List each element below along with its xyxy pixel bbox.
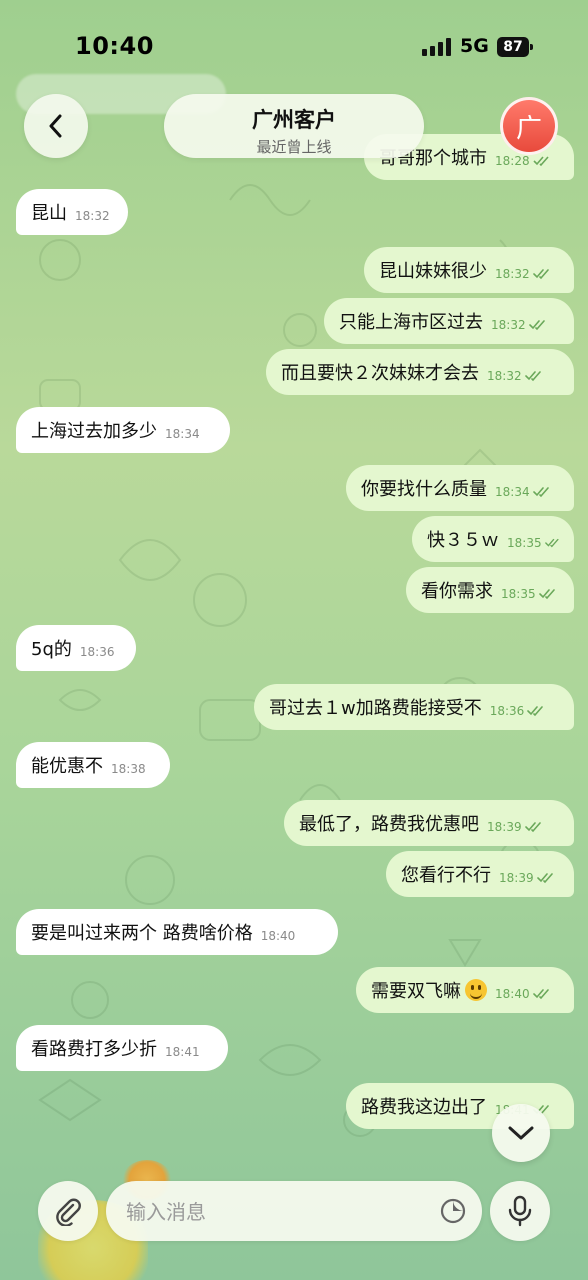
message-time: 18:28	[495, 154, 530, 168]
message-text: 最低了，路费我优惠吧	[299, 814, 479, 835]
message-text: 昆山	[31, 203, 67, 224]
double-check-icon	[533, 156, 549, 167]
back-button[interactable]	[24, 94, 88, 158]
outgoing-message[interactable]: 而且要快２次妹妹才会去 18:32	[266, 349, 574, 395]
contact-status: 最近曾上线	[256, 138, 332, 156]
incoming-message[interactable]: 昆山 18:32	[16, 189, 128, 235]
message-input[interactable]	[124, 1181, 428, 1243]
message-text: 而且要快２次妹妹才会去	[281, 363, 479, 384]
outgoing-message[interactable]: 最低了，路费我优惠吧 18:39	[284, 800, 574, 846]
double-check-icon	[532, 487, 549, 498]
outgoing-message[interactable]: 昆山妹妹很少 18:32	[364, 247, 574, 293]
message-text: 看路费打多少折	[31, 1039, 157, 1060]
incoming-message[interactable]: 5q的 18:36	[16, 625, 136, 671]
message-time: 18:35	[501, 587, 536, 601]
message-time: 18:41	[165, 1045, 200, 1059]
message-time: 18:35	[507, 536, 542, 550]
incoming-message[interactable]: 上海过去加多少 18:34	[16, 407, 230, 453]
message-time: 18:32	[487, 369, 522, 383]
double-check-icon	[524, 822, 541, 833]
outgoing-message[interactable]: 需要双飞嘛 18:40	[356, 967, 574, 1013]
message-text: 你要找什么质量	[361, 479, 487, 500]
message-time: 18:36	[489, 704, 525, 718]
message-text: 看你需求	[421, 581, 493, 602]
chevron-left-icon	[49, 114, 62, 138]
message-input-wrapper	[106, 1181, 482, 1243]
outgoing-message[interactable]: 你要找什么质量 18:34	[346, 465, 574, 511]
double-check-icon	[527, 706, 544, 717]
incoming-message[interactable]: 要是叫过来两个 路费啥价格 18:40	[16, 909, 338, 955]
outgoing-message[interactable]: 看你需求 18:35	[406, 567, 574, 613]
message-time: 18:34	[495, 485, 530, 499]
message-text: 能优惠不	[31, 756, 103, 777]
avatar[interactable]: 广	[500, 97, 558, 155]
message-time: 18:32	[495, 267, 530, 281]
signal-icon	[422, 38, 451, 56]
message-text: 5q的	[31, 639, 72, 660]
composer-bar	[0, 1165, 588, 1280]
chevron-down-icon	[508, 1126, 534, 1140]
grinning-emoji	[465, 979, 487, 1001]
message-time: 18:34	[165, 427, 200, 441]
double-check-icon	[524, 371, 541, 382]
message-time: 18:32	[491, 318, 526, 332]
message-text: 昆山妹妹很少	[379, 261, 487, 282]
battery-icon: 87	[497, 37, 533, 57]
attach-button[interactable]	[38, 1181, 98, 1241]
outgoing-message[interactable]: 哥过去１w加路费能接受不 18:36	[254, 684, 574, 730]
message-text: 需要双飞嘛	[371, 981, 461, 1002]
double-check-icon	[532, 269, 549, 280]
double-check-icon	[538, 589, 555, 600]
message-time: 18:39	[487, 820, 522, 834]
outgoing-message[interactable]: 您看行不行 18:39	[386, 851, 574, 897]
network-type: 5G	[460, 35, 489, 57]
message-text: 上海过去加多少	[31, 421, 157, 442]
double-check-icon	[528, 320, 545, 331]
outgoing-message[interactable]: 只能上海市区过去 18:32	[324, 298, 574, 344]
paperclip-icon	[56, 1198, 81, 1226]
double-check-icon	[532, 989, 549, 1000]
message-text: 只能上海市区过去	[339, 312, 483, 333]
sticker-icon	[440, 1198, 466, 1224]
message-time: 18:38	[111, 762, 146, 776]
outgoing-message[interactable]: 快３５ｗ 18:35	[412, 516, 574, 562]
contact-name: 广州客户	[252, 108, 336, 132]
status-time: 10:40	[75, 32, 154, 60]
message-time: 18:40	[495, 987, 530, 1001]
message-time: 18:36	[79, 645, 115, 659]
microphone-icon	[508, 1195, 532, 1227]
message-time: 18:40	[260, 929, 296, 943]
message-time: 18:39	[499, 871, 534, 885]
message-text: 要是叫过来两个 路费啥价格	[31, 923, 253, 944]
incoming-message[interactable]: 看路费打多少折 18:41	[16, 1025, 228, 1071]
chat-title[interactable]: 广州客户 最近曾上线	[164, 94, 424, 158]
sticker-button[interactable]	[438, 1196, 468, 1226]
message-text: 哥过去１w加路费能接受不	[269, 698, 482, 719]
voice-record-button[interactable]	[490, 1181, 550, 1241]
double-check-icon	[544, 538, 559, 548]
message-text: 您看行不行	[401, 865, 491, 886]
message-time: 18:32	[75, 209, 110, 223]
scroll-down-button[interactable]	[492, 1104, 550, 1162]
double-check-icon	[536, 873, 553, 884]
incoming-message[interactable]: 能优惠不 18:38	[16, 742, 170, 788]
message-text: 快３５ｗ	[427, 530, 499, 551]
message-text: 路费我这边出了	[361, 1097, 487, 1118]
